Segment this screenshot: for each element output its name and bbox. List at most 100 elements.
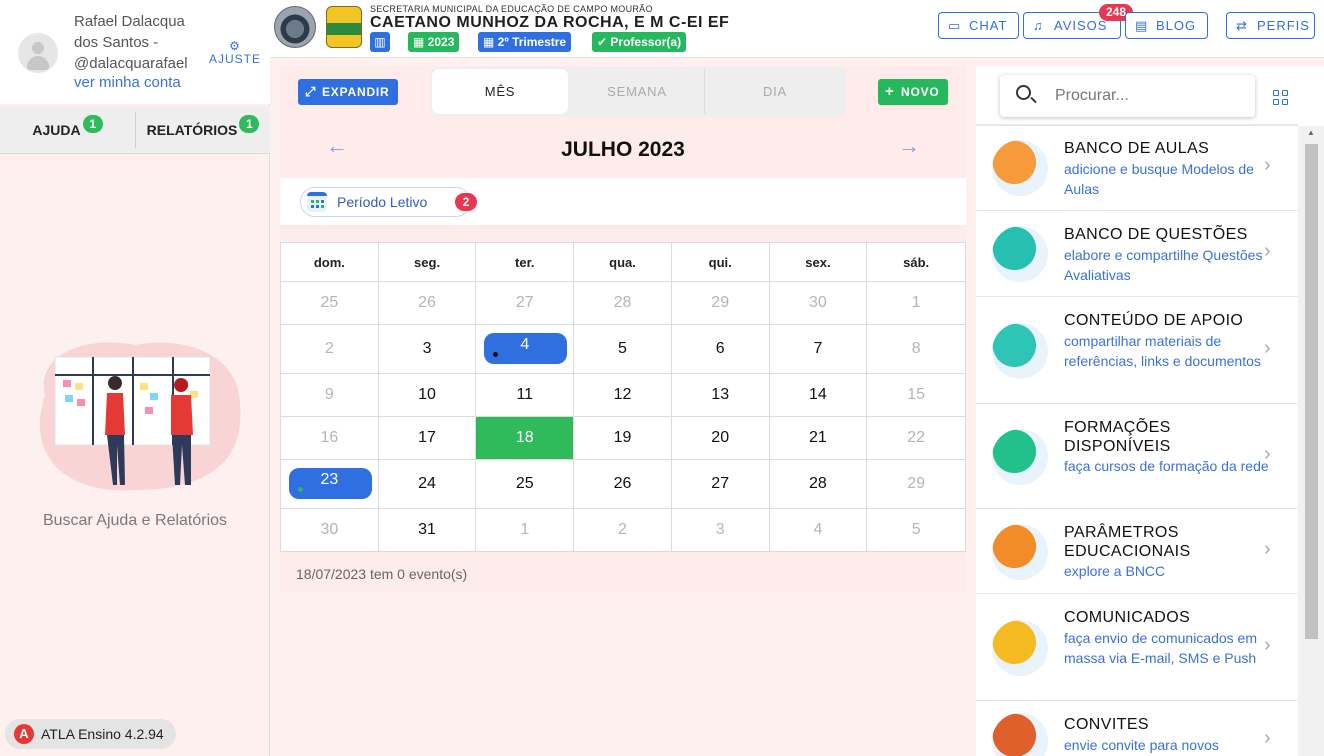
resource-item[interactable]: FORMAÇÕES DISPONÍVEIS faça cursos de form… — [976, 404, 1298, 509]
calendar-day[interactable]: 3 — [672, 509, 770, 552]
day-number: 25 — [515, 475, 534, 492]
calendar-day[interactable]: 8 — [867, 325, 965, 373]
calendar-day[interactable]: 29 — [672, 282, 770, 324]
calendar-day[interactable]: 28 — [770, 460, 868, 508]
calendar-day[interactable]: 13 — [672, 374, 770, 416]
calendar-day[interactable]: 4 — [770, 509, 868, 552]
grid-view-icon[interactable] — [1273, 90, 1288, 105]
resource-item[interactable]: PARÂMETROS EDUCACIONAIS explore a BNCC › — [976, 509, 1298, 594]
calendar-day[interactable]: 26 — [379, 282, 477, 324]
calendar-day[interactable]: 10 — [379, 374, 477, 416]
bar-chart-icon: ▥ — [374, 35, 386, 49]
resource-description: envie convite para novos — [1064, 737, 1219, 753]
chevron-right-icon: › — [1264, 727, 1271, 749]
scroll-thumb[interactable] — [1305, 144, 1318, 639]
tab-reports[interactable]: RELATÓRIOS 1 — [136, 106, 270, 154]
calendar-icon: ▦ — [483, 35, 498, 49]
view-account-link[interactable]: ver minha conta — [74, 74, 181, 91]
resource-item[interactable]: CONVITES envie convite para novos › — [976, 701, 1298, 756]
day-number: 2 — [618, 521, 627, 538]
calendar-day[interactable]: 19 — [574, 417, 672, 459]
calendar-day[interactable]: 15 — [867, 374, 965, 416]
school-name[interactable]: CAETANO MUNHOZ DA ROCHA, E M C-EI EF — [370, 14, 729, 32]
scroll-up-icon[interactable]: ▲ — [1307, 128, 1315, 137]
version-chip[interactable]: A ATLA Ensino 4.2.94 — [5, 719, 176, 749]
calendar-day[interactable]: 2 — [574, 509, 672, 552]
calendar-day[interactable]: 29 — [867, 460, 965, 508]
tab-week[interactable]: SEMANA — [570, 69, 705, 114]
calendar-day[interactable]: 31 — [379, 509, 477, 552]
calendar-day[interactable]: 6 — [672, 325, 770, 373]
calendar-day[interactable]: 5 — [867, 509, 965, 552]
new-event-button[interactable]: + NOVO — [878, 79, 948, 105]
avatar[interactable] — [18, 33, 58, 73]
resource-item[interactable]: BANCO DE QUESTÕES elabore e compartilhe Q… — [976, 211, 1298, 297]
stats-chip[interactable]: ▥ — [370, 32, 390, 52]
resource-item[interactable]: BANCO DE AULAS adicione e busque Modelos … — [976, 125, 1298, 211]
tab-help-label: AJUDA — [32, 122, 81, 138]
calendar-day[interactable]: 23 — [281, 460, 379, 508]
role-chip[interactable]: ✔ Professor(a) — [592, 32, 687, 52]
resource-description: compartilhar materiais de referências, l… — [1064, 333, 1261, 369]
calendar-day[interactable]: 5 — [574, 325, 672, 373]
blog-button[interactable]: ▤ BLOG — [1125, 12, 1208, 39]
event-dot-icon — [298, 487, 303, 492]
calendar-day[interactable]: 24 — [379, 460, 477, 508]
calendar-day[interactable]: 25 — [476, 460, 575, 508]
calendar-day[interactable]: 12 — [574, 374, 672, 416]
calendar-day[interactable]: 27 — [476, 282, 575, 324]
resource-title: CONTEÚDO DE APOIO — [1064, 312, 1244, 329]
calendar-day[interactable]: 26 — [574, 460, 672, 508]
calendar-day[interactable]: 9 — [281, 374, 379, 416]
calendar-day[interactable]: 16 — [281, 417, 379, 459]
secretaria-logo-icon — [274, 6, 316, 48]
next-month-arrow-icon[interactable]: → — [898, 133, 920, 159]
day-number: 17 — [418, 429, 436, 446]
tab-help[interactable]: AJUDA 1 — [0, 106, 135, 154]
year-label: 2023 — [427, 35, 455, 49]
calendar-day[interactable]: 14 — [770, 374, 868, 416]
calendar-day[interactable]: 27 — [672, 460, 770, 508]
calendar-day[interactable]: 22 — [867, 417, 965, 459]
calendar-day[interactable]: 30 — [770, 282, 868, 324]
profiles-button[interactable]: ⇄ PERFIS — [1226, 12, 1315, 39]
calendar-day[interactable]: 1 — [867, 282, 965, 324]
resource-title: PARÂMETROS EDUCACIONAIS — [1064, 524, 1191, 560]
month-grid: dom. seg. ter. qua. qui. sex. sáb. 25 26 2… — [280, 242, 966, 552]
day-number: 25 — [320, 294, 339, 311]
resource-description: faça cursos de formação da rede — [1064, 458, 1269, 474]
term-chip[interactable]: ▦ 2º Trimestre — [478, 32, 572, 52]
settings-button[interactable]: ⚙ AJUSTE — [206, 40, 264, 66]
calendar-day[interactable]: 25 — [281, 282, 379, 324]
scrollbar[interactable]: ▲ — [1298, 126, 1324, 756]
tab-day[interactable]: DIA — [706, 69, 844, 114]
calendar-day[interactable]: 3 — [379, 325, 477, 373]
year-chip[interactable]: ▦ 2023 — [408, 32, 460, 52]
calendar-day[interactable]: 20 — [672, 417, 770, 459]
calendar-day[interactable]: 18 — [476, 417, 575, 459]
weeks: 25 26 27 28 29 30 1 2 3 4 5 6 7 8 9 10 11 12 13 14 15 16 17 18 1… — [281, 282, 965, 552]
question-bank-icon — [992, 226, 1048, 282]
day-number: 11 — [516, 386, 534, 403]
calendar-day[interactable]: 30 — [281, 509, 379, 552]
tab-month[interactable]: MÊS — [432, 69, 568, 114]
chat-button[interactable]: ▭ CHAT — [938, 12, 1019, 39]
school-period-label: Período Letivo — [337, 194, 428, 210]
resource-item[interactable]: CONTEÚDO DE APOIO compartilhar materiais … — [976, 297, 1298, 404]
calendar-day[interactable]: 17 — [379, 417, 477, 459]
expand-button[interactable]: ⤢ EXPANDIR — [298, 79, 398, 105]
day-number: 4 — [520, 336, 530, 353]
search-input[interactable] — [1055, 75, 1250, 117]
calendar-day[interactable]: 1 — [476, 509, 575, 552]
calendar-day[interactable]: 21 — [770, 417, 868, 459]
calendar-day[interactable]: 11 — [476, 374, 575, 416]
calendar-week: 23 24 25 26 27 28 29 — [281, 460, 965, 509]
day-number: 23 — [320, 471, 339, 488]
school-period-chip[interactable]: Período Letivo 2 — [300, 187, 477, 217]
resource-item[interactable]: COMUNICADOS faça envio de comunicados em … — [976, 594, 1298, 701]
calendar-day[interactable]: 4 — [476, 325, 575, 373]
calendar-day[interactable]: 28 — [574, 282, 672, 324]
calendar-day[interactable]: 7 — [770, 325, 868, 373]
calendar-day[interactable]: 2 — [281, 325, 379, 373]
day-number: 9 — [324, 386, 334, 403]
